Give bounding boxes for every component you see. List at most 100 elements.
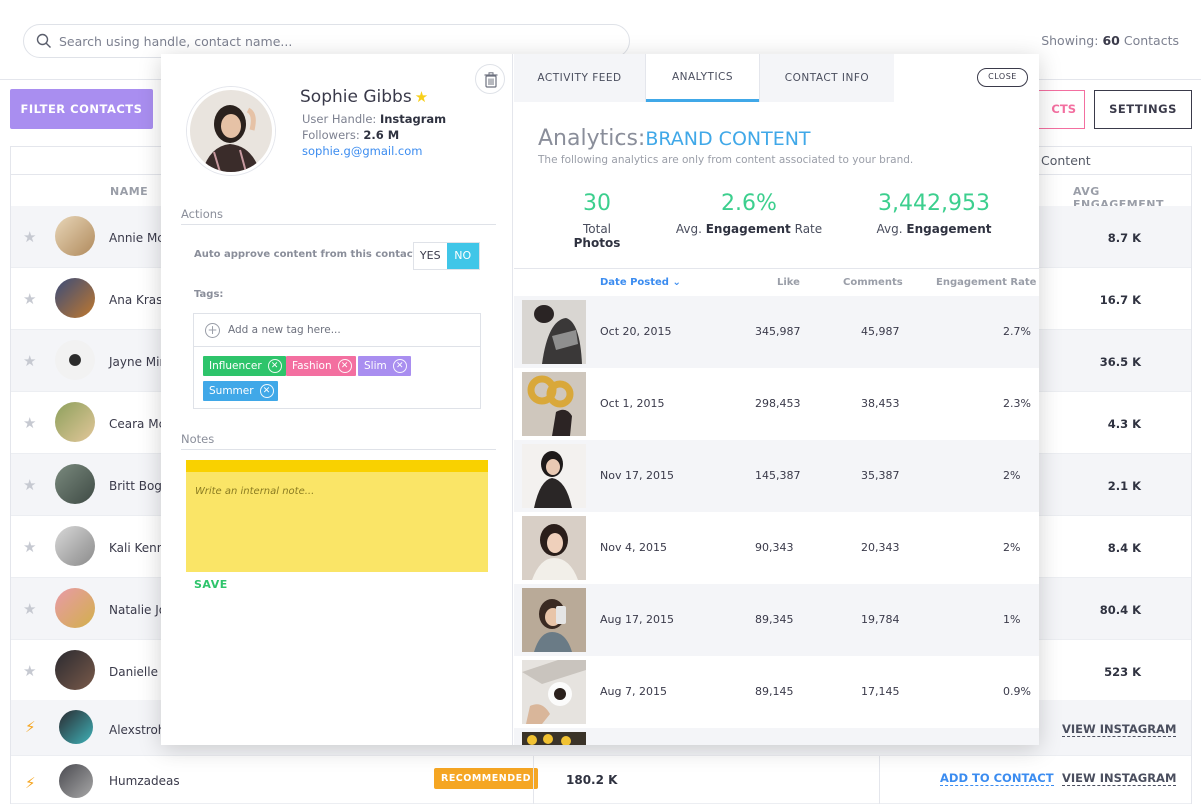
- contact-name: Ceara Mc: [109, 417, 166, 431]
- post-comments: 19,784: [861, 613, 900, 626]
- star-icon[interactable]: ★: [23, 414, 36, 432]
- star-icon[interactable]: ★: [23, 352, 36, 370]
- post-engagement-rate: 2.7%: [1003, 325, 1031, 338]
- auto-approve-toggle[interactable]: YES NO: [413, 242, 480, 270]
- post-engagement-rate: 2%: [1003, 469, 1021, 482]
- divider: [181, 224, 496, 225]
- chevron-down-icon: ⌄: [672, 277, 681, 288]
- avatar: [55, 588, 95, 628]
- post-row[interactable]: Oct 20, 2015 345,987 45,987 2.7%: [514, 296, 1039, 368]
- user-handle: User Handle: Instagram: [302, 112, 447, 126]
- name-column-header: NAME: [110, 185, 149, 198]
- post-thumbnail[interactable]: [522, 516, 586, 580]
- no-option[interactable]: NO: [446, 243, 479, 269]
- like-column-header[interactable]: Like: [777, 277, 800, 288]
- star-icon[interactable]: ★: [23, 600, 36, 618]
- avatar: [55, 650, 95, 690]
- add-tag-input[interactable]: + Add a new tag here...: [194, 314, 480, 347]
- settings-button[interactable]: SETTINGS: [1094, 90, 1192, 129]
- engagement-rate-column-header[interactable]: Engagement Rate: [936, 277, 1036, 288]
- filter-contacts-button[interactable]: FILTER CONTACTS: [10, 89, 153, 129]
- post-thumbnail[interactable]: [522, 660, 586, 724]
- post-date: Nov 4, 2015: [600, 541, 667, 554]
- post-row[interactable]: Nov 17, 2015 145,387 35,387 2%: [514, 440, 1039, 512]
- contact-name: Annie Mc: [109, 231, 164, 245]
- comments-column-header[interactable]: Comments: [843, 277, 903, 288]
- view-instagram-link[interactable]: VIEW INSTAGRAM: [1062, 771, 1177, 786]
- close-button[interactable]: CLOSE: [977, 68, 1028, 87]
- avatar: [55, 216, 95, 256]
- stat-avg-engagement-rate: 2.6% Avg. Engagement Rate: [675, 191, 823, 236]
- post-likes: 90,343: [755, 541, 794, 554]
- table-row[interactable]: ⚡ Humzadeas RECOMMENDED 180.2 K ADD TO C…: [11, 756, 1191, 804]
- search-input[interactable]: Search using handle, contact name...: [23, 24, 630, 58]
- star-icon[interactable]: ★: [23, 662, 36, 680]
- star-icon[interactable]: ★: [23, 476, 36, 494]
- notes-section-title: Notes: [181, 432, 215, 446]
- actions-section-title: Actions: [181, 207, 224, 221]
- post-date: Aug 17, 2015: [600, 613, 674, 626]
- plus-icon: +: [205, 323, 220, 338]
- post-thumbnail[interactable]: [522, 300, 586, 364]
- post-thumbnail[interactable]: [522, 732, 586, 745]
- save-note-button[interactable]: SAVE: [194, 578, 228, 591]
- post-thumbnail[interactable]: [522, 588, 586, 652]
- column-divider: [533, 756, 534, 804]
- post-row[interactable]: Aug 7, 2015 89,145 17,145 0.9%: [514, 656, 1039, 728]
- internal-note-field[interactable]: Write an internal note...: [186, 460, 488, 572]
- divider: [181, 449, 496, 450]
- tag-influencer[interactable]: Influencer ✕: [203, 356, 286, 376]
- post-comments: 38,453: [861, 397, 900, 410]
- remove-tag-icon[interactable]: ✕: [337, 359, 352, 373]
- post-engagement-rate: 2.3%: [1003, 397, 1031, 410]
- profile-email-link[interactable]: sophie.g@gmail.com: [302, 144, 423, 158]
- content-header: Content: [1041, 153, 1091, 168]
- star-icon[interactable]: ★: [23, 290, 36, 308]
- contact-name: Ana Kras: [109, 293, 163, 307]
- post-thumbnail[interactable]: [522, 372, 586, 436]
- recommended-badge: RECOMMENDED: [434, 768, 538, 789]
- date-posted-sort-header[interactable]: Date Posted ⌄: [600, 277, 681, 288]
- contact-name: Alexstrohl: [109, 723, 169, 737]
- post-row[interactable]: Nov 4, 2015 90,343 20,343 2%: [514, 512, 1039, 584]
- post-date: Oct 20, 2015: [600, 325, 672, 338]
- post-likes: 145,387: [755, 469, 801, 482]
- remove-tag-icon[interactable]: ✕: [392, 359, 407, 373]
- post-thumbnail[interactable]: [522, 444, 586, 508]
- favorite-star-icon[interactable]: ★: [415, 88, 428, 106]
- tab-contact-info[interactable]: CONTACT INFO: [760, 54, 894, 102]
- tab-analytics[interactable]: ANALYTICS: [646, 54, 759, 102]
- post-row[interactable]: [514, 728, 1039, 745]
- profile-avatar: [187, 87, 275, 175]
- star-icon[interactable]: ★: [23, 538, 36, 556]
- view-instagram-link[interactable]: VIEW INSTAGRAM: [1062, 722, 1177, 737]
- post-likes: 89,145: [755, 685, 794, 698]
- column-divider: [879, 756, 880, 804]
- search-icon: [36, 33, 51, 48]
- remove-tag-icon[interactable]: ✕: [259, 384, 274, 398]
- posts-table-header: Date Posted ⌄ Like Comments Engagement R…: [514, 268, 1039, 296]
- yes-option[interactable]: YES: [414, 243, 447, 269]
- post-date: Nov 17, 2015: [600, 469, 674, 482]
- avg-engagement-value: 8.7 K: [1107, 231, 1141, 245]
- post-likes: 298,453: [755, 397, 801, 410]
- post-comments: 45,987: [861, 325, 900, 338]
- tab-activity-feed[interactable]: ACTIVITY FEED: [514, 54, 645, 102]
- delete-contact-button[interactable]: [475, 64, 505, 94]
- post-row[interactable]: Aug 17, 2015 89,345 19,784 1%: [514, 584, 1039, 656]
- avatar: [59, 710, 93, 744]
- post-row[interactable]: Oct 1, 2015 298,453 38,453 2.3%: [514, 368, 1039, 440]
- trash-icon: [484, 72, 498, 88]
- add-to-contact-link[interactable]: ADD TO CONTACT: [940, 771, 1054, 786]
- tab-bar: ACTIVITY FEED ANALYTICS CONTACT INFO CLO…: [514, 54, 1039, 102]
- avatar: [55, 464, 95, 504]
- star-icon[interactable]: ★: [23, 228, 36, 246]
- tag-fashion[interactable]: Fashion ✕: [286, 356, 356, 376]
- avg-engagement-value: 36.5 K: [1099, 355, 1141, 369]
- contacts-count: Showing: 60 Contacts: [1041, 33, 1179, 48]
- post-likes: 89,345: [755, 613, 794, 626]
- avatar: [55, 340, 95, 380]
- remove-tag-icon[interactable]: ✕: [267, 359, 282, 373]
- tag-slim[interactable]: Slim ✕: [358, 356, 411, 376]
- tag-summer[interactable]: Summer ✕: [203, 381, 278, 401]
